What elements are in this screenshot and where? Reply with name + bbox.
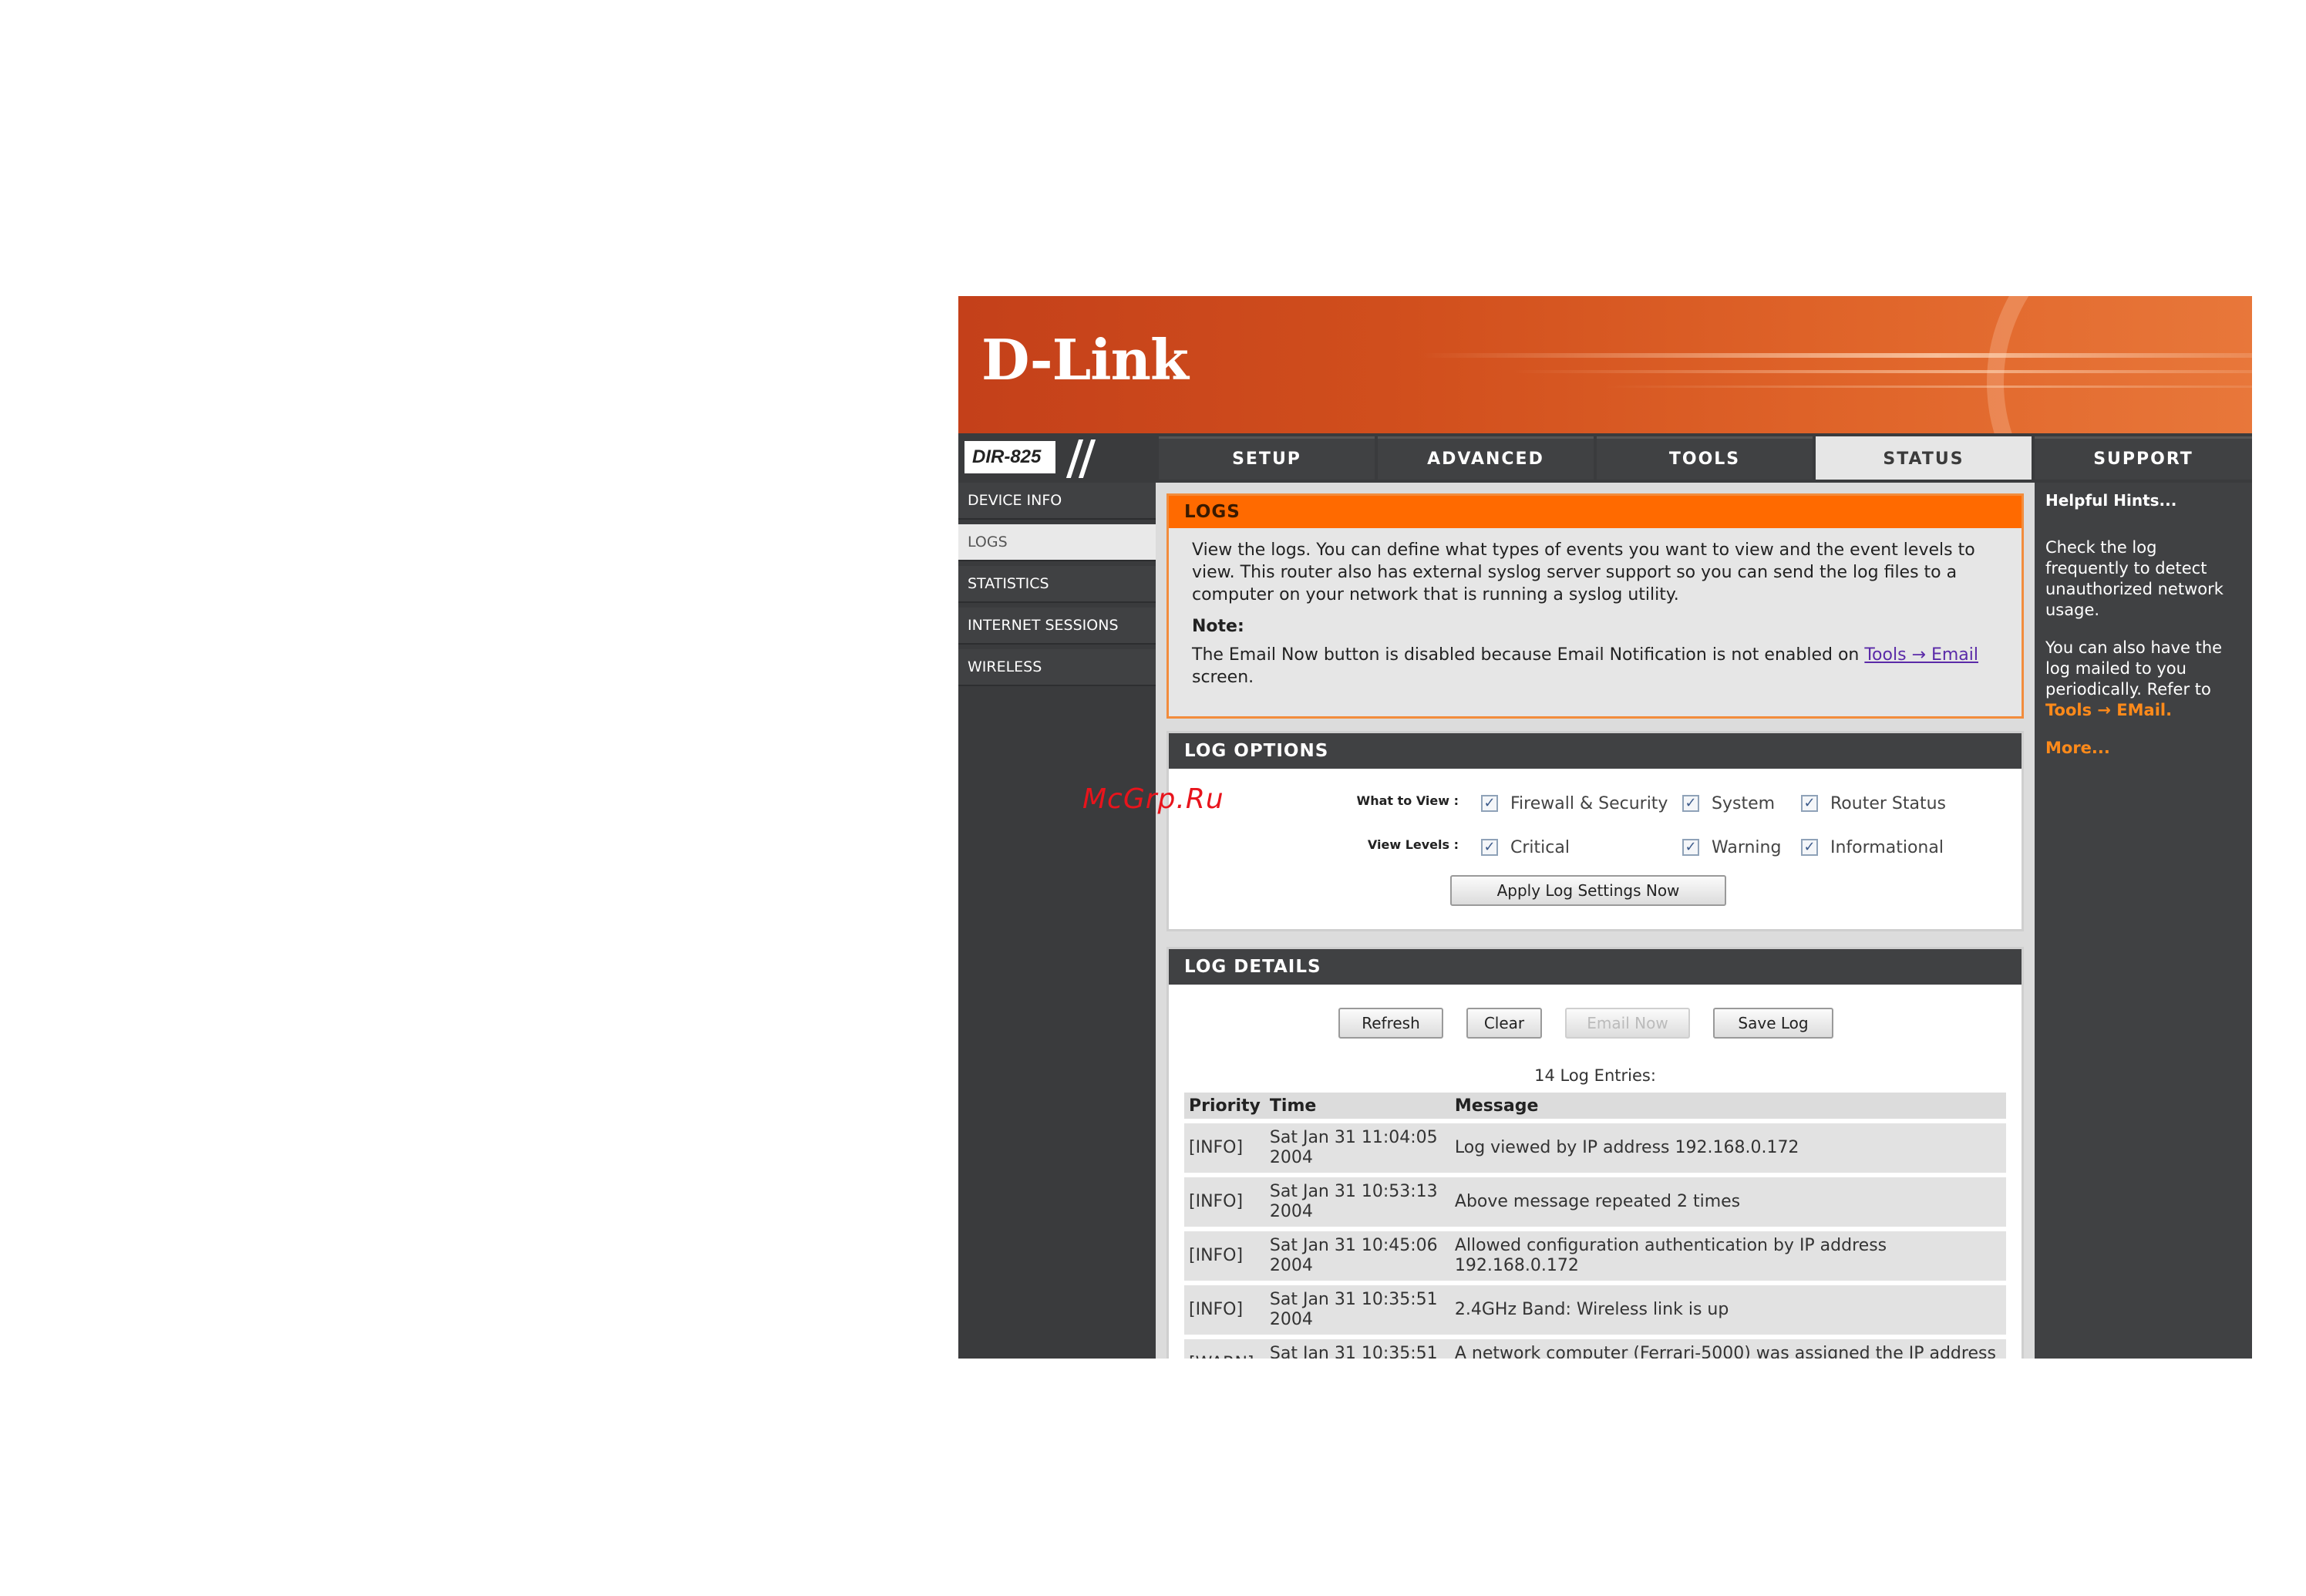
row-priority: [INFO] [1184,1123,1265,1173]
note-text-body: The Email Now button is disabled because… [1192,645,1860,665]
row-time: Sat Jan 31 10:53:13 2004 [1264,1177,1450,1227]
warning-label: Warning [1712,838,1782,857]
checkbox-informational[interactable]: ✓ [1801,839,1818,856]
row-time-date: Sat Jan 31 10:45:06 [1269,1236,1438,1255]
row-time: Sat Jan 31 11:04:05 2004 [1264,1123,1450,1173]
table-row: [INFO] Sat Jan 31 10:53:13 2004 Above mes… [1184,1177,2006,1227]
log-details-title: LOG DETAILS [1169,949,2022,985]
router-admin-window: D-Link DIR-825 SETUP ADVANCED TOOLS STAT… [958,296,2252,1359]
log-details-section: LOG DETAILS Refresh Clear Email Now Save… [1166,947,2024,1359]
clear-button[interactable]: Clear [1466,1008,1542,1039]
dlink-logo: D-Link [981,327,1189,392]
more-link[interactable]: More... [2045,739,2110,757]
critical-label: Critical [1510,838,1570,857]
row-time: Sat Jan 31 10:35:512004 [1264,1339,1450,1359]
nav-item-statistics[interactable]: STATISTICS [958,566,1156,603]
checkbox-warning[interactable]: ✓ [1682,839,1699,856]
model-label: DIR-825 [964,441,1055,473]
what-to-view-label: What to View : [1356,793,1459,808]
tab-status[interactable]: STATUS [1816,436,2032,480]
tab-setup[interactable]: SETUP [1159,436,1375,480]
nav-item-device-info[interactable]: DEVICE INFO [958,483,1156,520]
system-label: System [1712,794,1776,813]
tab-tools[interactable]: TOOLS [1597,436,1813,480]
logs-section-title: LOGS [1169,496,2022,528]
save-log-button[interactable]: Save Log [1713,1008,1833,1039]
tools-email-link[interactable]: Tools → Email [1864,645,1978,665]
row-message: A network computer (Ferrari-5000) was as… [1449,1339,2006,1359]
row-time: Sat Jan 31 10:45:06 2004 [1264,1231,1450,1281]
row-time-date: Sat Jan 31 11:04:05 [1269,1128,1438,1147]
table-row: [INFO] Sat Jan 31 11:04:05 2004 Log viewe… [1184,1123,2006,1173]
row-message: 2.4GHz Band: Wireless link is up [1449,1285,2006,1335]
row-priority: [INFO] [1184,1177,1265,1227]
logs-section: LOGS View the logs. You can define what … [1166,493,2024,719]
router-status-label: Router Status [1830,794,1947,813]
banner-decoration [1987,296,2252,433]
log-entries-count: 14 Log Entries: [1534,1066,1656,1085]
row-message: Log viewed by IP address 192.168.0.172 [1449,1123,2006,1173]
refresh-button[interactable]: Refresh [1338,1008,1443,1039]
firewall-security-label: Firewall & Security [1510,794,1668,813]
column-time: Time [1264,1093,1450,1119]
view-levels-label: View Levels : [1367,837,1459,852]
model-box: DIR-825 [958,436,1151,480]
checkbox-system[interactable]: ✓ [1682,795,1699,812]
apply-log-settings-button[interactable]: Apply Log Settings Now [1450,875,1726,906]
row-time-date: Sat Jan 31 10:35:51 [1269,1290,1438,1309]
logs-description: View the logs. You can define what types… [1192,540,1975,604]
banner-streak [1512,370,2252,373]
log-table: Priority Time Message [INFO] Sat Jan 31 … [1184,1088,2006,1359]
nav-item-wireless[interactable]: WIRELESS [958,649,1156,686]
nav-item-internet-sessions[interactable]: INTERNET SESSIONS [958,608,1156,645]
note-label: Note: [1192,617,1244,636]
row-priority: [WARN] [1184,1339,1265,1359]
helpful-hints-panel: Helpful Hints... Check the log frequentl… [2035,483,2252,1359]
tab-support[interactable]: SUPPORT [2035,436,2252,480]
tab-advanced[interactable]: ADVANCED [1378,436,1594,480]
email-now-button[interactable]: Email Now [1565,1008,1690,1039]
log-options-section: LOG OPTIONS What to View : ✓ Firewall & … [1166,731,2024,931]
checkbox-firewall-security[interactable]: ✓ [1481,795,1498,812]
hints-title: Helpful Hints... [2045,491,2177,510]
checkbox-critical[interactable]: ✓ [1481,839,1498,856]
header-banner: D-Link [958,296,2252,433]
row-time: Sat Jan 31 10:35:512004 [1264,1285,1450,1335]
row-priority: [INFO] [1184,1231,1265,1281]
nav-item-logs[interactable]: LOGS [958,524,1156,561]
row-time-year: 2004 [1269,1256,1313,1275]
table-row: [WARN] Sat Jan 31 10:35:512004 A network… [1184,1339,2006,1359]
checkbox-router-status[interactable]: ✓ [1801,795,1818,812]
row-priority: [INFO] [1184,1285,1265,1335]
row-time-date: Sat Jan 31 10:53:13 [1269,1182,1438,1201]
note-suffix: screen. [1192,668,1254,687]
log-table-header: Priority Time Message [1184,1093,2006,1119]
row-time-year: 2004 [1269,1148,1313,1167]
row-message: Above message repeated 2 times [1449,1177,2006,1227]
note-text: The Email Now button is disabled because… [1192,644,1998,689]
row-time-year: 2004 [1269,1202,1313,1221]
watermark-text: McGrp.Ru [1082,783,1224,815]
log-options-title: LOG OPTIONS [1169,733,2022,769]
left-nav: DEVICE INFO LOGS STATISTICS INTERNET SES… [958,483,1156,1359]
banner-streak [1419,353,2252,358]
row-time-year: 2004 [1269,1310,1313,1329]
column-message: Message [1449,1093,2006,1119]
banner-streak [1604,386,2252,388]
hint-mail-log-text: You can also have the log mailed to you … [2045,638,2223,699]
hint-tools-email-link[interactable]: Tools → EMail. [2045,701,2172,719]
hint-mail-log: You can also have the log mailed to you … [2045,638,2241,721]
table-row: [INFO] Sat Jan 31 10:35:51 2004 2.4GHz Ba… [1184,1285,2006,1335]
informational-label: Informational [1830,838,1944,857]
row-time-date: Sat Jan 31 10:35:51 [1269,1344,1438,1359]
column-priority: Priority [1184,1093,1265,1119]
row-message: Allowed configuration authentication by … [1449,1231,2006,1281]
table-row: [INFO] Sat Jan 31 10:45:06 2004 Allowed c… [1184,1231,2006,1281]
hint-check-log: Check the log frequently to detect unaut… [2045,538,2224,619]
